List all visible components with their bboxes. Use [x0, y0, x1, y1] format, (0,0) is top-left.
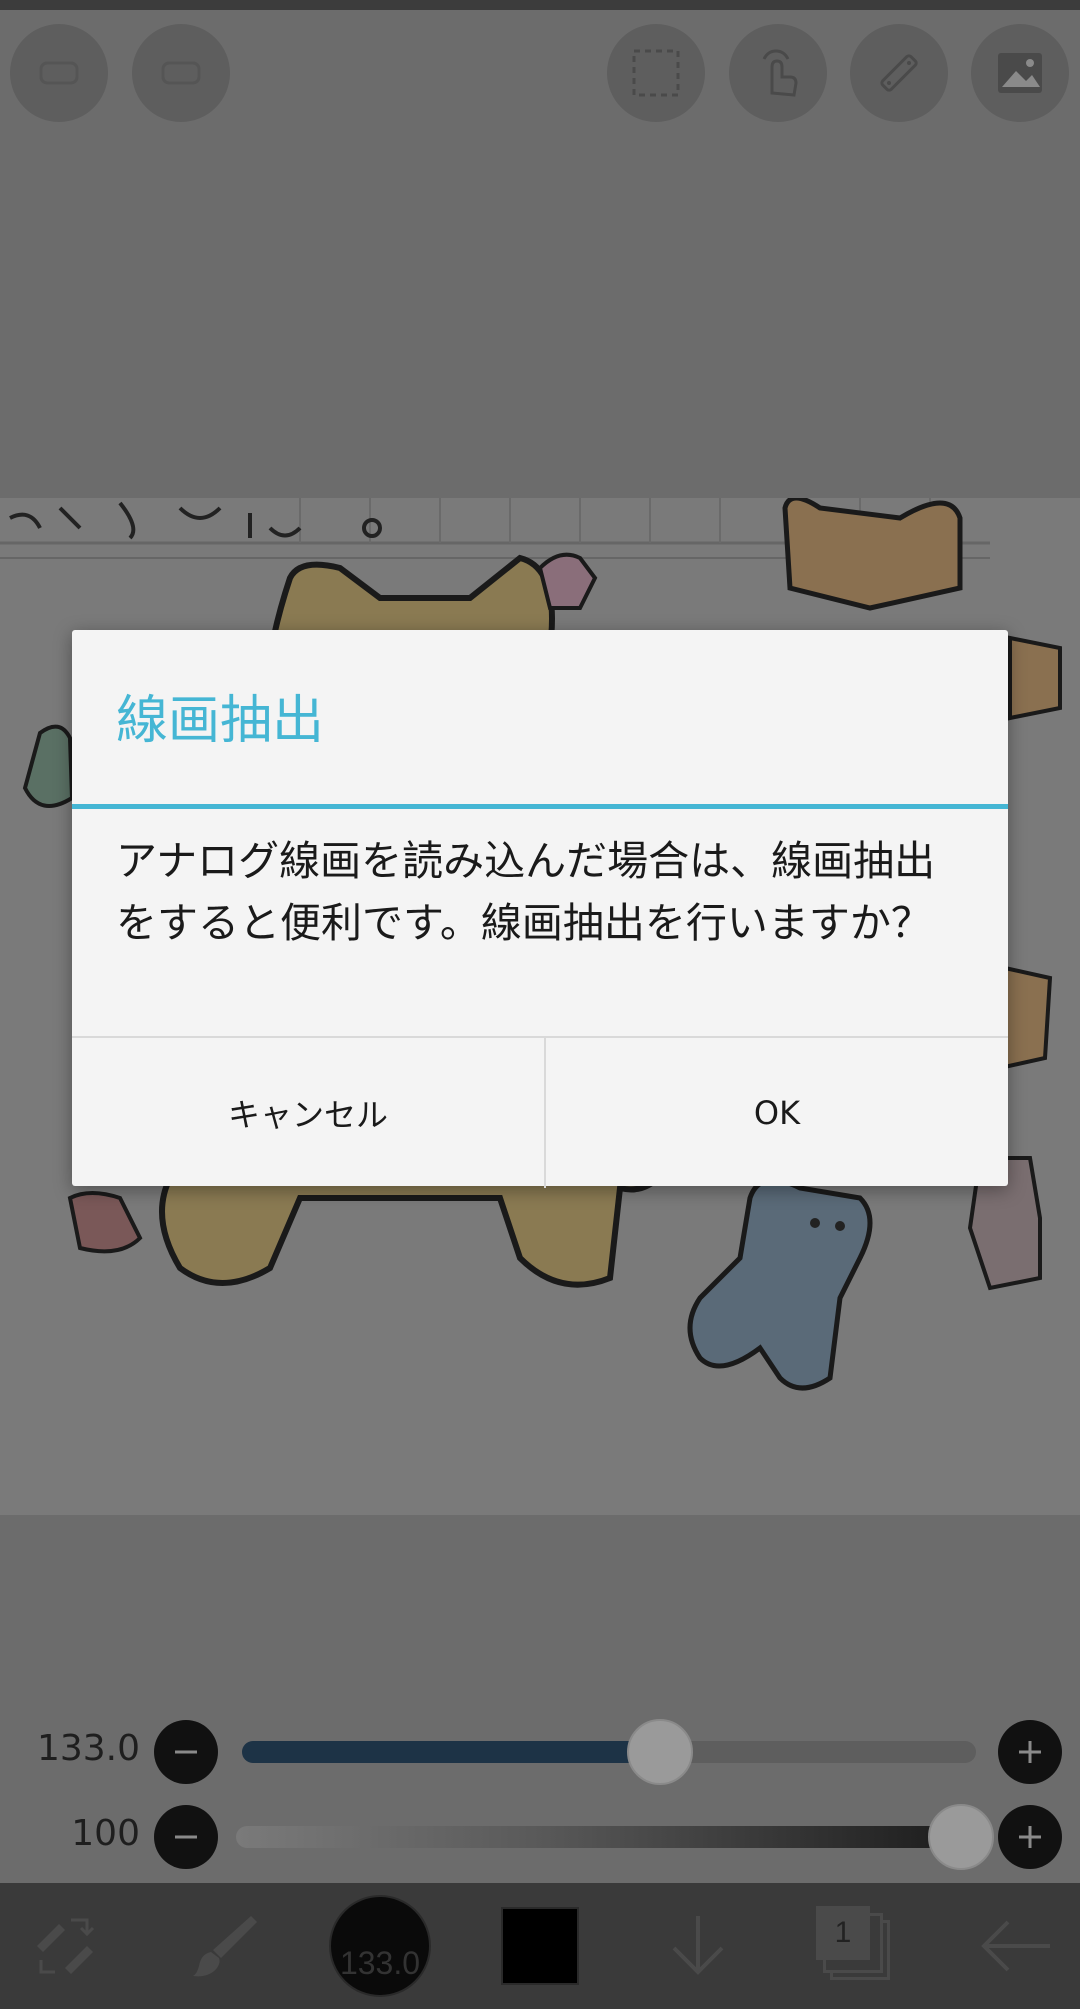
ruler-button[interactable]	[850, 24, 948, 122]
layer-toggle-button[interactable]	[10, 24, 108, 122]
color-swatch-button[interactable]	[490, 1883, 590, 2009]
brush-size-increase-button[interactable]	[998, 1720, 1062, 1784]
touch-gesture-icon	[762, 49, 798, 97]
dialog-title: 線画抽出	[116, 691, 325, 751]
layers-button[interactable]: 1	[806, 1883, 906, 2009]
dialog-title-divider	[72, 804, 1008, 809]
dialog-message: アナログ線画を読み込んだ場合は、線画抽出をすると便利です。線画抽出を行いますか？	[116, 837, 936, 947]
layers-icon: 1	[816, 1906, 896, 1986]
opacity-decrease-button[interactable]	[154, 1805, 218, 1869]
minus-icon	[175, 1750, 197, 1754]
touch-gesture-button[interactable]	[729, 24, 827, 122]
opacity-increase-button[interactable]	[998, 1805, 1062, 1869]
back-button[interactable]	[960, 1883, 1070, 2009]
brush-size-slider-fill	[242, 1741, 661, 1763]
minus-icon	[175, 1835, 197, 1839]
color-swatch	[501, 1907, 579, 1985]
layer-icon	[161, 61, 201, 85]
swap-tool-button[interactable]	[10, 1883, 120, 2009]
back-arrow-icon	[981, 1920, 1050, 1972]
ruler-icon	[880, 54, 918, 92]
opacity-slider[interactable]	[236, 1826, 976, 1848]
brush-tool-button[interactable]	[170, 1883, 280, 2009]
brush-icon	[193, 1916, 257, 1977]
ok-button[interactable]: OK	[546, 1038, 1008, 1188]
brush-size-preview-label: 133.0	[339, 1945, 421, 1981]
plus-icon	[1019, 1741, 1041, 1763]
brush-size-preview[interactable]: 133.0	[320, 1883, 440, 2009]
layer-icon	[39, 61, 79, 85]
selection-icon	[632, 49, 680, 97]
image-icon	[998, 53, 1042, 93]
opacity-value: 100	[71, 1813, 140, 1854]
bottom-toolbar: 133.0 1	[0, 1883, 1080, 2009]
brush-size-decrease-button[interactable]	[154, 1720, 218, 1784]
image-import-button[interactable]	[971, 24, 1069, 122]
dialog-button-row: キャンセル OK	[72, 1036, 1008, 1188]
layer-count: 1	[816, 1906, 870, 1960]
swap-tool-icon	[37, 1918, 95, 1974]
brush-size-slider-thumb[interactable]	[627, 1719, 694, 1785]
brush-size-circle: 133.0	[329, 1895, 431, 1997]
brush-size-value: 133.0	[36, 1728, 140, 1769]
line-extraction-dialog: 線画抽出 アナログ線画を読み込んだ場合は、線画抽出をすると便利です。線画抽出を行…	[72, 630, 1008, 1188]
top-edge	[0, 0, 1080, 10]
layer-settings-button[interactable]	[132, 24, 230, 122]
selection-button[interactable]	[607, 24, 705, 122]
download-button[interactable]	[648, 1883, 748, 2009]
cancel-button[interactable]: キャンセル	[72, 1038, 546, 1188]
plus-icon	[1019, 1826, 1041, 1848]
opacity-slider-thumb[interactable]	[928, 1804, 994, 1870]
download-arrow-icon	[672, 1916, 724, 1975]
